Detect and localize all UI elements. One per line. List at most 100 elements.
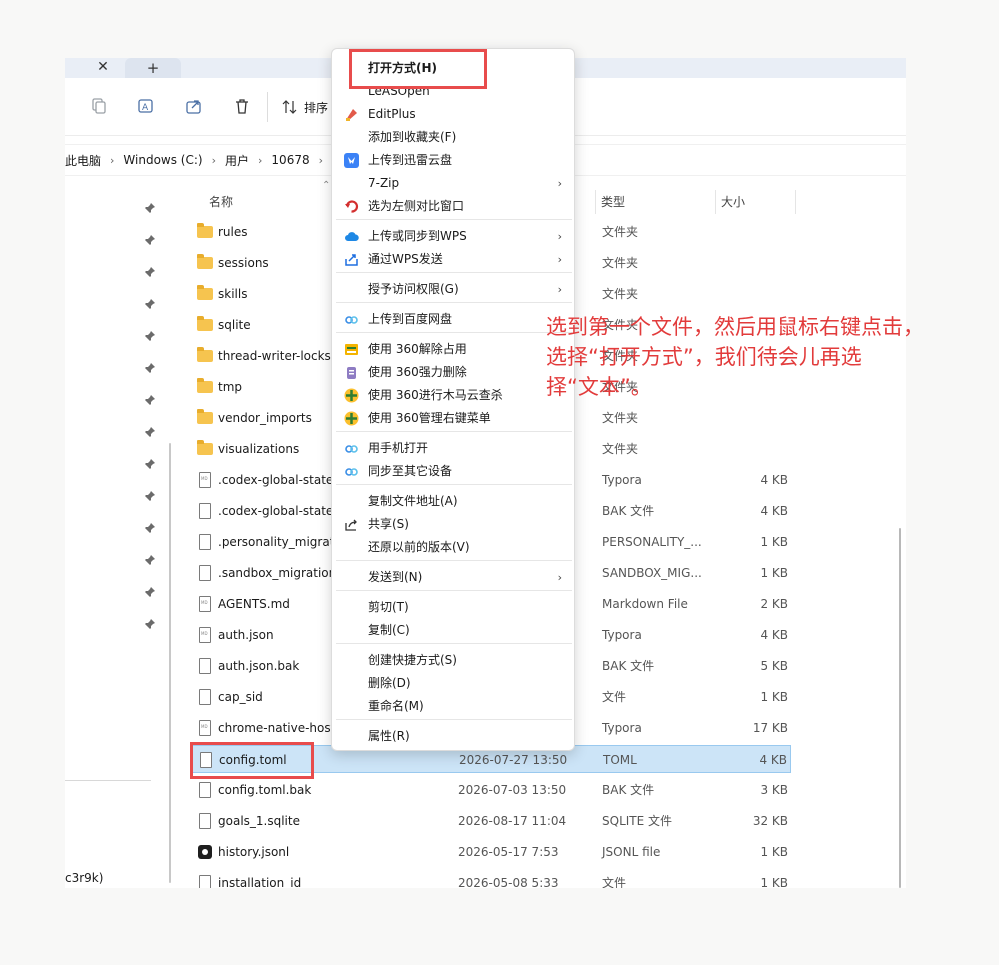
file-type: TOML xyxy=(603,753,637,767)
context-menu-item[interactable]: 重命名(M) xyxy=(336,695,572,718)
file-row[interactable]: config.toml.bak 2026-07-03 13:50 BAK 文件 3 K… xyxy=(191,776,791,804)
menu-separator xyxy=(336,719,572,720)
tab-close-icon[interactable]: ✕ xyxy=(89,58,117,78)
context-menu-item[interactable]: 创建快捷方式(S) xyxy=(336,649,572,672)
column-divider[interactable] xyxy=(715,190,716,214)
context-menu-item[interactable]: 授予访问权限(G) › xyxy=(336,278,572,301)
context-menu-item[interactable]: 通过WPS发送 › xyxy=(336,248,572,271)
sort-label: 排序 xyxy=(304,100,329,115)
breadcrumb-item[interactable]: 此电脑 xyxy=(65,152,101,169)
context-menu-item[interactable]: 上传到百度网盘 xyxy=(336,308,572,331)
column-header-name[interactable]: 名称 xyxy=(209,188,233,216)
folder-icon xyxy=(197,409,213,426)
file-date: 2026-07-03 13:50 xyxy=(458,783,567,797)
context-menu-item[interactable]: 复制(C) xyxy=(336,619,572,642)
file-size: 1 KB xyxy=(760,876,788,888)
context-menu-item[interactable]: 属性(R) xyxy=(336,725,572,748)
copy-icon[interactable] xyxy=(86,94,110,118)
context-menu-item[interactable]: 复制文件地址(A) xyxy=(336,490,572,513)
file-list-scrollbar[interactable] xyxy=(899,528,901,888)
context-menu-label: 使用 360强力删除 xyxy=(368,365,467,379)
context-menu-item[interactable]: 使用 360管理右键菜单 xyxy=(336,407,572,430)
nav-divider xyxy=(65,780,151,781)
pin-icon[interactable] xyxy=(144,202,156,214)
context-menu-item[interactable]: 上传到迅雷云盘 xyxy=(336,149,572,172)
file-date: 2026-05-17 7:53 xyxy=(458,845,559,859)
sort-button[interactable]: 排序 xyxy=(282,95,328,119)
context-menu-item[interactable]: 发送到(N) › xyxy=(336,566,572,589)
context-menu-item[interactable]: 删除(D) xyxy=(336,672,572,695)
pin-icon[interactable] xyxy=(144,330,156,342)
file-type: SQLITE 文件 xyxy=(602,814,673,828)
pin-icon[interactable] xyxy=(144,234,156,246)
file-row[interactable]: goals_1.sqlite 2026-08-17 11:04 SQLITE 文件 3… xyxy=(191,807,791,835)
breadcrumb-item[interactable]: 用户 xyxy=(225,152,249,169)
new-tab-button[interactable]: + xyxy=(125,58,181,78)
context-menu-label: 7-Zip xyxy=(368,176,400,190)
menu-separator xyxy=(336,590,572,591)
pin-icon[interactable] xyxy=(144,490,156,502)
nav-scrollbar[interactable] xyxy=(169,443,171,883)
annotation-line: 选择“打开方式”，我们待会儿再选 xyxy=(546,345,862,369)
delete-icon[interactable] xyxy=(230,94,254,118)
annotation-line: 选到第一个文件，然后用鼠标右键点击， xyxy=(546,315,924,339)
svg-text:A: A xyxy=(142,103,149,113)
pin-icon[interactable] xyxy=(144,426,156,438)
pin-icon[interactable] xyxy=(144,298,156,310)
pin-icon[interactable] xyxy=(144,394,156,406)
menu-separator xyxy=(336,272,572,273)
annotation-text: 选到第一个文件，然后用鼠标右键点击， 选择“打开方式”，我们待会儿再选 择“文本… xyxy=(546,312,986,402)
context-menu-label: 删除(D) xyxy=(368,676,411,690)
context-menu-item[interactable]: 添加到收藏夹(F) xyxy=(336,126,572,149)
file-name: .codex-global-state xyxy=(218,504,334,518)
menu-separator xyxy=(336,302,572,303)
rename-icon[interactable]: A xyxy=(134,94,158,118)
pin-icon[interactable] xyxy=(144,586,156,598)
context-menu-item[interactable]: 上传或同步到WPS › xyxy=(336,225,572,248)
context-menu-item[interactable]: 7-Zip › xyxy=(336,172,572,195)
context-menu-item[interactable]: 同步至其它设备 xyxy=(336,460,572,483)
file-type: 文件夹 xyxy=(602,442,639,456)
context-menu-item[interactable]: 剪切(T) xyxy=(336,596,572,619)
file-date: 2026-08-17 11:04 xyxy=(458,814,567,828)
file-icon xyxy=(197,534,213,550)
file-row[interactable]: history.jsonl 2026-05-17 7:53 JSONL file 1 … xyxy=(191,838,791,866)
column-divider[interactable] xyxy=(795,190,796,214)
context-menu-item[interactable]: 还原以前的版本(V) xyxy=(336,536,572,559)
pin-icon[interactable] xyxy=(144,618,156,630)
nav-item-label[interactable]: c3r9k) xyxy=(65,871,103,885)
thunder-icon xyxy=(344,153,359,168)
context-menu-label: 共享(S) xyxy=(368,517,409,531)
context-menu-item[interactable]: 使用 360强力删除 xyxy=(336,361,572,384)
context-menu-label: 用手机打开 xyxy=(368,441,429,455)
column-header-size[interactable]: 大小 xyxy=(721,188,745,216)
context-menu-label: 使用 360解除占用 xyxy=(368,342,467,356)
context-menu-label: 选为左侧对比窗口 xyxy=(368,199,465,213)
breadcrumb-item[interactable]: 10678 xyxy=(271,153,309,167)
pin-icon[interactable] xyxy=(144,458,156,470)
pin-icon[interactable] xyxy=(144,362,156,374)
breadcrumb-item[interactable]: Windows (C:) xyxy=(123,153,202,167)
context-menu-item[interactable]: 使用 360解除占用 xyxy=(336,338,572,361)
share-toolbar-icon[interactable] xyxy=(182,94,206,118)
context-menu-label: 复制文件地址(A) xyxy=(368,494,458,508)
chevron-right-icon: › xyxy=(557,253,562,266)
pin-icon[interactable] xyxy=(144,554,156,566)
pin-icon[interactable] xyxy=(144,266,156,278)
pin-icon[interactable] xyxy=(144,522,156,534)
context-menu-item[interactable]: 选为左侧对比窗口 xyxy=(336,195,572,218)
file-name: cap_sid xyxy=(218,690,263,704)
chevron-right-icon: › xyxy=(557,283,562,296)
context-menu-item[interactable]: 使用 360进行木马云查杀 xyxy=(336,384,572,407)
context-menu-item[interactable]: 共享(S) xyxy=(336,513,572,536)
file-name: .personality_migration xyxy=(218,535,336,549)
context-menu-label: 通过WPS发送 xyxy=(368,252,443,266)
file-row[interactable]: installation_id 2026-05-08 5:33 文件 1 KB xyxy=(191,869,791,888)
context-menu-item[interactable]: 用手机打开 xyxy=(336,437,572,460)
file-type: 文件夹 xyxy=(602,256,639,270)
column-header-type[interactable]: 类型 xyxy=(601,188,625,216)
file-name: .sandbox_migration xyxy=(218,566,336,580)
file-size: 1 KB xyxy=(760,845,788,859)
column-divider[interactable] xyxy=(595,190,596,214)
context-menu-item[interactable]: EditPlus xyxy=(336,103,572,126)
